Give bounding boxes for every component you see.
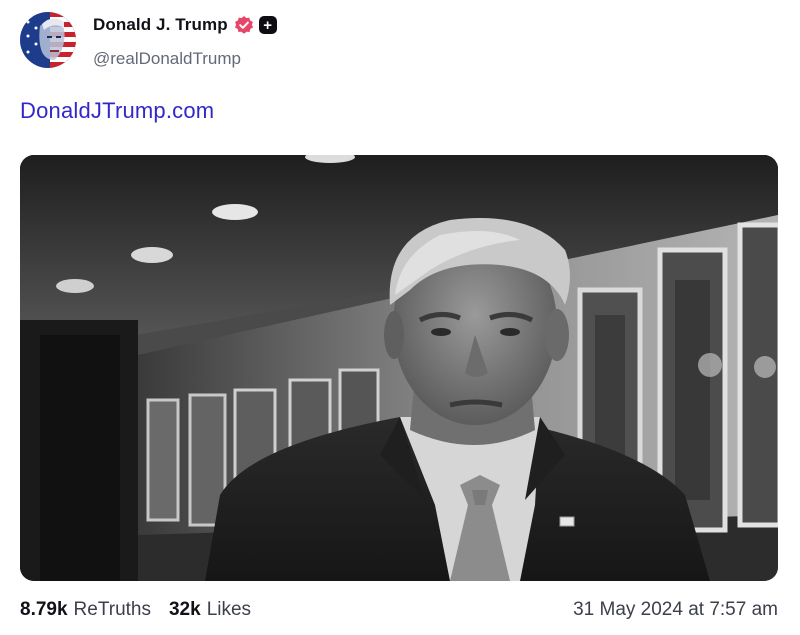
retruths-label: ReTruths	[73, 599, 151, 620]
name-row: Donald J. Trump +	[93, 13, 277, 37]
verified-badge-icon	[234, 15, 254, 35]
author-display-name[interactable]: Donald J. Trump	[93, 15, 228, 35]
author-identity: Donald J. Trump + @realDonaldTrump	[93, 12, 277, 69]
post-card: Donald J. Trump + @realDonaldTrump Donal…	[0, 0, 800, 635]
plus-badge-icon: +	[258, 16, 277, 34]
post-timestamp[interactable]: 31 May 2024 at 7:57 am	[573, 599, 778, 621]
flag-portrait-icon	[20, 12, 76, 68]
likes-stat[interactable]: 32k Likes	[169, 599, 251, 621]
post-video-thumbnail[interactable]	[20, 155, 778, 581]
avatar[interactable]	[20, 12, 76, 68]
retruths-count: 8.79k	[20, 599, 68, 620]
post-footer: 8.79k ReTruths 32k Likes 31 May 2024 at …	[20, 596, 778, 624]
post-header: Donald J. Trump + @realDonaldTrump	[20, 12, 277, 70]
likes-count: 32k	[168, 599, 201, 620]
retruths-stat[interactable]: 8.79k ReTruths	[20, 599, 151, 621]
author-handle[interactable]: @realDonaldTrump	[93, 49, 277, 69]
post-link[interactable]: DonaldJTrump.com	[20, 98, 214, 124]
likes-label: Likes	[206, 599, 252, 620]
hallway-portrait-image	[20, 155, 778, 581]
